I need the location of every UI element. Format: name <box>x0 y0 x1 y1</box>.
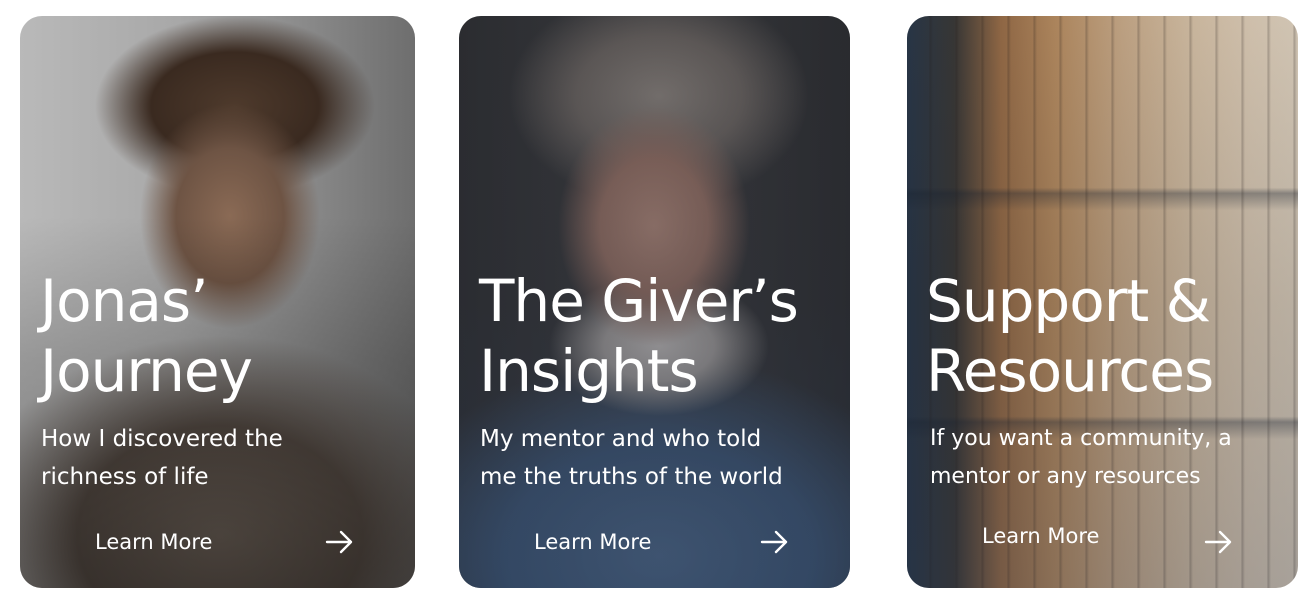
card-title-line: Journey <box>40 337 253 405</box>
learn-more-link[interactable]: Learn More <box>20 522 415 566</box>
card-title: Jonas’ Journey <box>40 266 400 406</box>
card-title-line: Support & <box>926 267 1211 335</box>
learn-more-link[interactable]: Learn More <box>459 522 850 566</box>
card-subtitle-line: me the truths of the world <box>480 464 783 490</box>
card-title: Support & Resources <box>926 266 1286 406</box>
learn-more-link[interactable]: Learn More <box>907 516 1298 560</box>
card-title-line: Jonas’ <box>40 267 209 335</box>
card-jonas-journey[interactable]: Jonas’ Journey How I discovered the rich… <box>20 16 415 588</box>
arrow-right-icon[interactable] <box>325 528 355 556</box>
arrow-right-icon[interactable] <box>760 528 790 556</box>
card-subtitle-line: My mentor and who told <box>480 426 762 452</box>
card-title-line: Insights <box>479 337 699 405</box>
learn-more-label[interactable]: Learn More <box>534 530 651 554</box>
card-title: The Giver’s Insights <box>479 266 839 406</box>
learn-more-label[interactable]: Learn More <box>982 524 1099 548</box>
learn-more-label[interactable]: Learn More <box>95 530 212 554</box>
card-subtitle-line: mentor or any resources <box>930 464 1201 489</box>
card-subtitle: How I discovered the richness of life <box>41 420 401 496</box>
card-support-resources[interactable]: Support & Resources If you want a commun… <box>907 16 1298 588</box>
card-givers-insights[interactable]: The Giver’s Insights My mentor and who t… <box>459 16 850 588</box>
card-subtitle: My mentor and who told me the truths of … <box>480 420 840 496</box>
card-title-line: Resources <box>926 337 1214 405</box>
feature-cards: Jonas’ Journey How I discovered the rich… <box>0 0 1316 614</box>
card-subtitle-line: If you want a community, a <box>930 426 1232 451</box>
card-subtitle-line: richness of life <box>41 464 209 490</box>
card-title-line: The Giver’s <box>479 267 799 335</box>
card-subtitle: If you want a community, a mentor or any… <box>930 420 1290 496</box>
arrow-right-icon[interactable] <box>1204 528 1234 556</box>
card-subtitle-line: How I discovered the <box>41 426 283 452</box>
